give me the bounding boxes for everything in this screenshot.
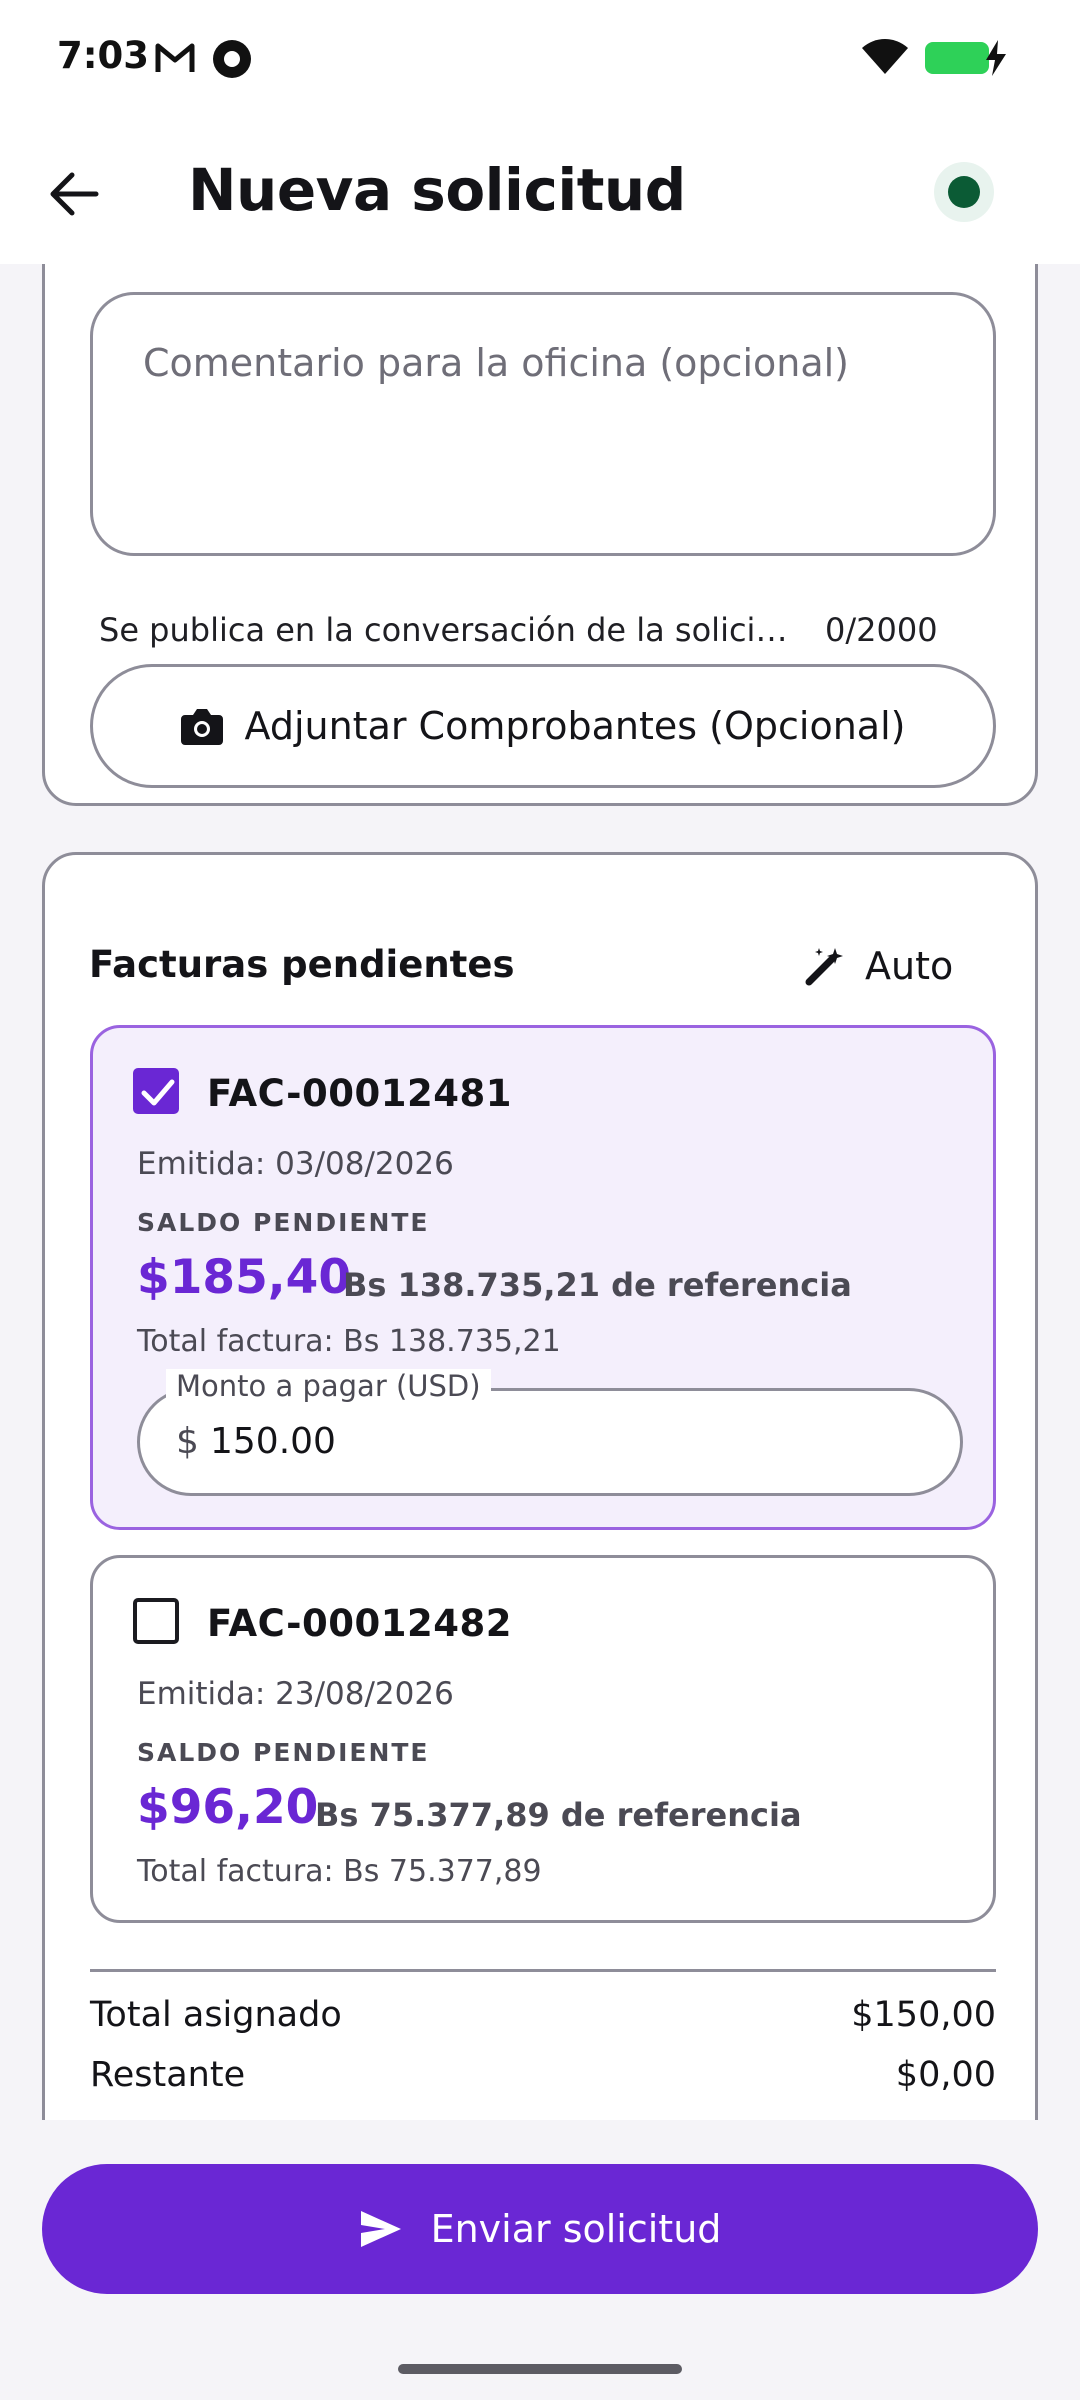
connection-status[interactable] [934, 162, 994, 222]
section-title: Facturas pendientes [89, 943, 515, 986]
invoice-card[interactable]: FAC-00012481 Emitida: 03/08/2026 SALDO P… [90, 1025, 996, 1530]
remaining-label: Restante [90, 2055, 246, 2095]
auto-label: Auto [865, 944, 954, 988]
page-title: Nueva solicitud [188, 156, 686, 224]
pending-balance-amount: $185,40 [137, 1250, 352, 1305]
bottom-bar: Enviar solicitud [0, 2120, 1080, 2400]
comment-helper-text: Se publica en la conversación de la soli… [99, 611, 789, 649]
invoice-total: Total factura: Bs 138.735,21 [137, 1324, 561, 1359]
invoice-checkbox[interactable] [133, 1068, 179, 1114]
invoice-checkbox[interactable] [133, 1598, 179, 1644]
home-indicator[interactable] [398, 2364, 682, 2374]
scroll-content[interactable]: Comentario para la oficina (opcional) Se… [0, 264, 1080, 2120]
send-request-label: Enviar solicitud [430, 2207, 722, 2251]
invoice-card[interactable]: FAC-00012482 Emitida: 23/08/2026 SALDO P… [90, 1555, 996, 1923]
summary-divider [90, 1969, 996, 1972]
comment-input[interactable]: Comentario para la oficina (opcional) [90, 292, 996, 556]
reference-amount: Bs 138.735,21 de referencia [343, 1266, 852, 1304]
pay-amount-label: Monto a pagar (USD) [166, 1369, 491, 1403]
checkmark-icon [141, 1079, 175, 1106]
record-icon [213, 40, 251, 78]
currency-prefix: $ [176, 1421, 199, 1462]
send-request-button[interactable]: Enviar solicitud [42, 2164, 1038, 2294]
remaining-value: $0,00 [895, 2055, 996, 2095]
status-bar: 7:03 [0, 0, 1080, 118]
status-time: 7:03 [57, 34, 150, 77]
attach-receipts-label: Adjuntar Comprobantes (Opcional) [244, 704, 906, 748]
total-assigned-label: Total asignado [90, 1995, 342, 2035]
app-bar: Nueva solicitud [0, 118, 1080, 264]
invoice-number: FAC-00012482 [207, 1602, 512, 1645]
back-arrow-icon[interactable] [44, 166, 104, 222]
status-dot-icon [948, 176, 980, 208]
attach-receipts-button[interactable]: Adjuntar Comprobantes (Opcional) [90, 664, 996, 788]
battery-icon [925, 42, 989, 74]
magic-wand-icon [805, 948, 843, 986]
comment-placeholder: Comentario para la oficina (opcional) [143, 341, 850, 385]
pending-balance-label: SALDO PENDIENTE [137, 1738, 430, 1767]
invoice-issued-date: Emitida: 03/08/2026 [137, 1146, 454, 1182]
pending-balance-amount: $96,20 [137, 1780, 319, 1835]
invoices-card: Facturas pendientes Auto FAC-00012481 Em… [42, 852, 1038, 2120]
pending-balance-label: SALDO PENDIENTE [137, 1208, 430, 1237]
gmail-icon [155, 43, 195, 72]
invoice-issued-date: Emitida: 23/08/2026 [137, 1676, 454, 1712]
comment-card: Comentario para la oficina (opcional) Se… [42, 264, 1038, 806]
invoice-total: Total factura: Bs 75.377,89 [137, 1854, 542, 1889]
total-assigned-value: $150,00 [851, 1995, 996, 2035]
pay-amount-value: 150.00 [210, 1421, 336, 1462]
send-icon [360, 2211, 401, 2247]
wifi-icon [862, 39, 908, 74]
charging-icon [986, 40, 1006, 76]
invoice-number: FAC-00012481 [207, 1072, 512, 1115]
auto-assign-button[interactable]: Auto [805, 933, 953, 999]
comment-counter: 0/2000 [825, 611, 938, 649]
camera-icon [180, 709, 223, 745]
reference-amount: Bs 75.377,89 de referencia [315, 1796, 802, 1834]
pay-amount-input[interactable]: Monto a pagar (USD) $ 150.00 [137, 1369, 963, 1496]
